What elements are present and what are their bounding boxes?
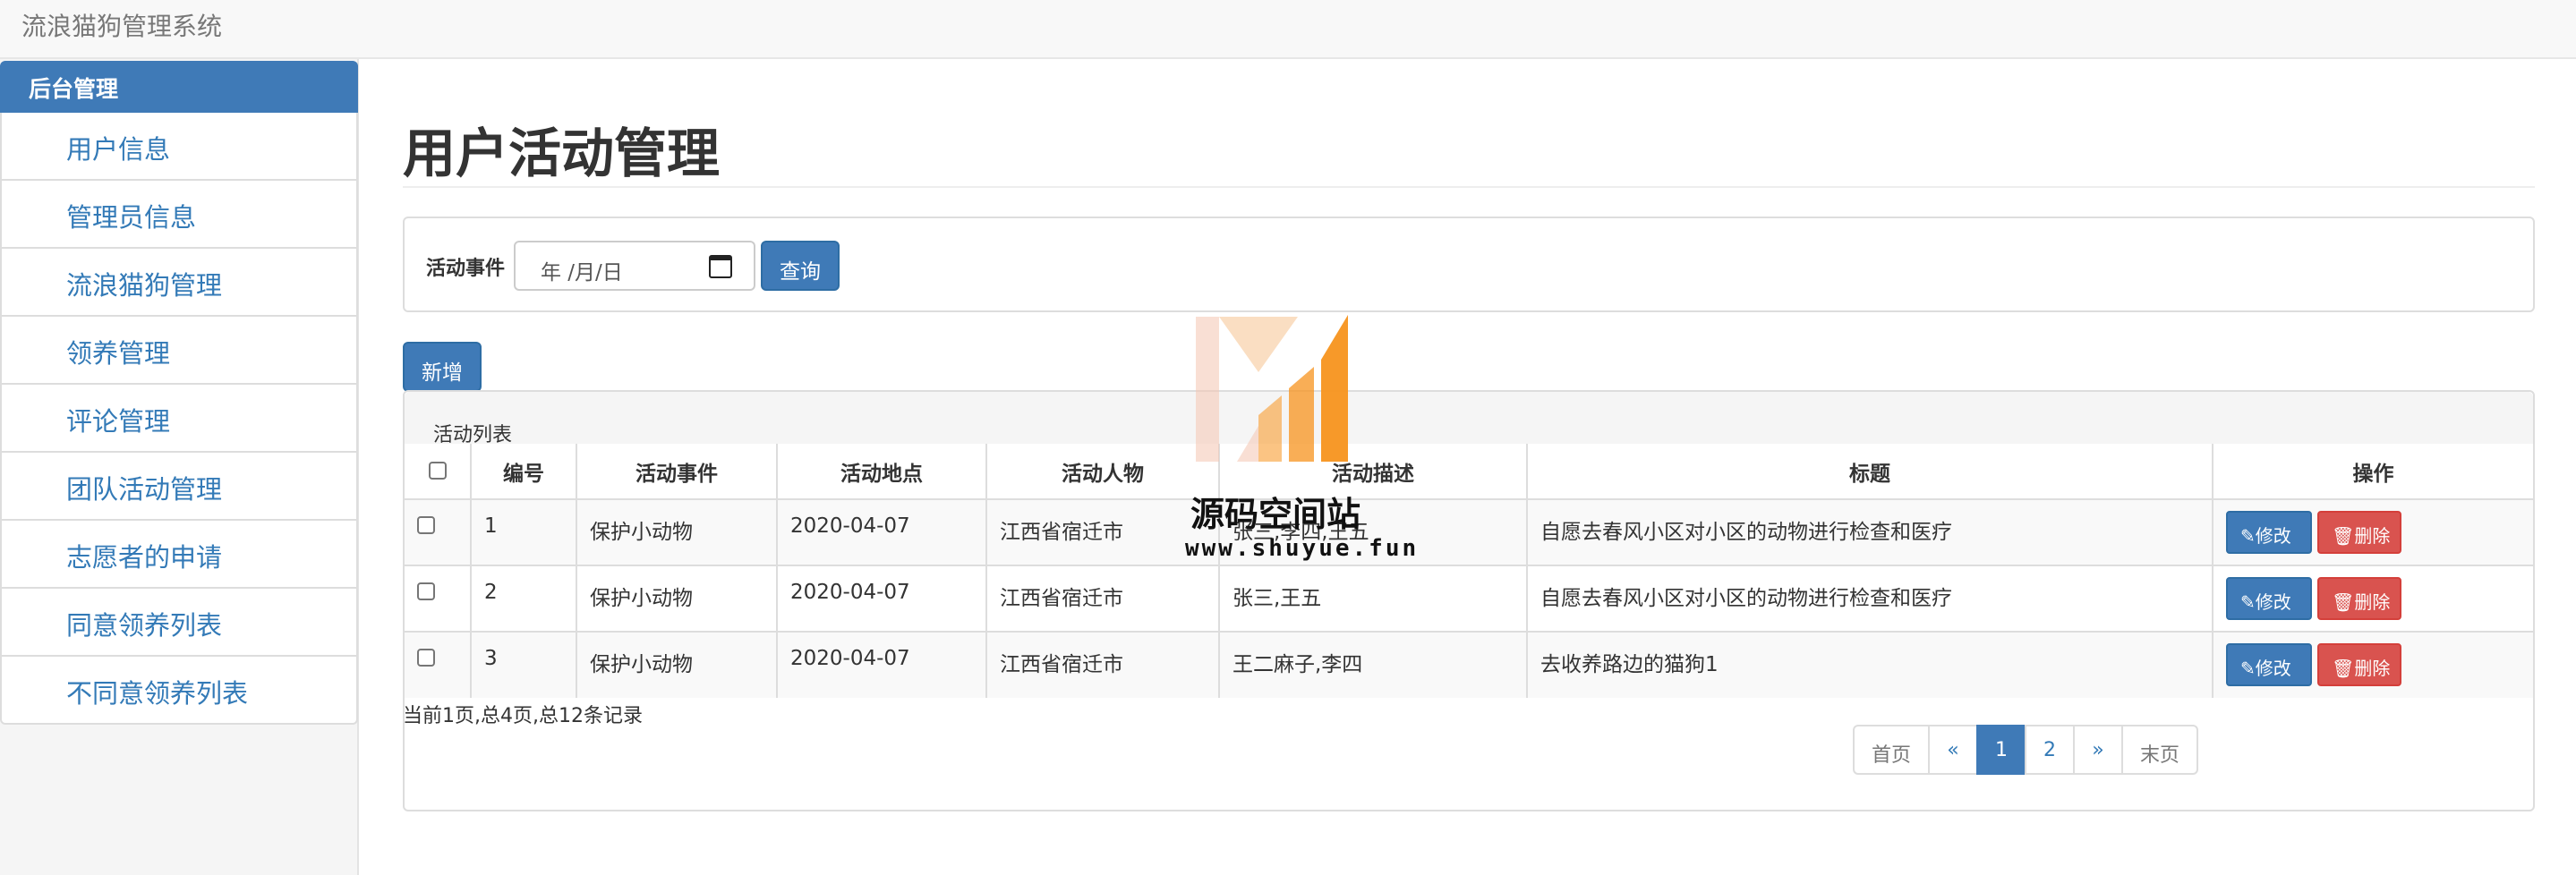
cell-place: 2020-04-07 — [776, 499, 987, 566]
row-checkbox[interactable] — [417, 649, 435, 667]
pagination-summary: 当前1页,总4页,总12条记录 — [403, 705, 643, 727]
cell-desc: 王二麻子,李四 — [1218, 632, 1528, 698]
activity-table: 编号 活动事件 活动地点 活动人物 活动描述 标题 操作 1 保护小动物 202… — [405, 444, 2533, 698]
table-row: 1 保护小动物 2020-04-07 江西省宿迁市 张三,李四,王五 自愿去春风… — [405, 499, 2533, 566]
title-divider — [403, 186, 2535, 188]
column-header: 标题 — [1526, 444, 2213, 500]
cell-title: 自愿去春风小区对小区的动物进行检查和医疗 — [1526, 565, 2213, 633]
edit-button[interactable]: ✎修改 — [2226, 511, 2312, 554]
top-navbar: 流浪猫狗管理系统 — [0, 0, 2576, 59]
sidebar-item-stray-animals[interactable]: 流浪猫狗管理 — [0, 249, 358, 317]
sidebar-item-comments[interactable]: 评论管理 — [0, 385, 358, 453]
cell-actions: ✎修改 🗑删除 — [2212, 632, 2533, 698]
select-all-checkbox[interactable] — [428, 461, 447, 480]
cell-desc: 张三,王五 — [1218, 565, 1528, 633]
edit-button[interactable]: ✎修改 — [2226, 577, 2312, 620]
cell-place: 2020-04-07 — [776, 632, 987, 698]
delete-label: 删除 — [2354, 525, 2391, 547]
date-input[interactable]: 年 /月/日 — [514, 241, 755, 291]
table-header-row: 编号 活动事件 活动地点 活动人物 活动描述 标题 操作 — [405, 444, 2533, 500]
trash-icon: 🗑 — [2332, 525, 2355, 547]
search-panel: 活动事件 年 /月/日 查询 — [403, 217, 2535, 312]
pencil-icon: ✎ — [2240, 591, 2256, 613]
sidebar-item-users[interactable]: 用户信息 — [0, 113, 358, 181]
search-button[interactable]: 查询 — [761, 241, 840, 291]
sidebar-item-volunteer-applications[interactable]: 志愿者的申请 — [0, 521, 358, 589]
activity-list-panel: 活动列表 编号 活动事件 活动地点 活动人物 活动描述 标题 操作 1 保护小动… — [403, 390, 2535, 811]
cell-title: 去收养路边的猫狗1 — [1526, 632, 2213, 698]
pencil-icon: ✎ — [2240, 525, 2256, 547]
delete-label: 删除 — [2354, 658, 2391, 679]
cell-people: 江西省宿迁市 — [985, 565, 1220, 633]
delete-button[interactable]: 🗑删除 — [2317, 511, 2401, 554]
cell-id: 3 — [470, 632, 577, 698]
edit-label: 修改 — [2255, 658, 2291, 679]
cell-place: 2020-04-07 — [776, 565, 987, 633]
cell-id: 1 — [470, 499, 577, 566]
cell-title: 自愿去春风小区对小区的动物进行检查和医疗 — [1526, 499, 2213, 566]
column-header: 操作 — [2212, 444, 2533, 500]
row-checkbox[interactable] — [417, 582, 435, 600]
delete-button[interactable]: 🗑删除 — [2317, 577, 2401, 620]
cell-id: 2 — [470, 565, 577, 633]
sidebar-item-approved-adoptions[interactable]: 同意领养列表 — [0, 589, 358, 657]
row-select-cell — [405, 499, 472, 566]
sidebar-item-rejected-adoptions[interactable]: 不同意领养列表 — [0, 657, 358, 725]
sidebar: 后台管理 用户信息 管理员信息 流浪猫狗管理 领养管理 评论管理 团队活动管理 … — [0, 61, 358, 725]
column-header: 活动事件 — [576, 444, 778, 500]
sidebar-header: 后台管理 — [0, 61, 358, 113]
delete-button[interactable]: 🗑删除 — [2317, 643, 2401, 686]
page-next[interactable]: » — [2073, 725, 2123, 775]
table-row: 3 保护小动物 2020-04-07 江西省宿迁市 王二麻子,李四 去收养路边的… — [405, 632, 2533, 698]
edit-label: 修改 — [2255, 525, 2291, 547]
row-select-cell — [405, 632, 472, 698]
column-header: 编号 — [470, 444, 577, 500]
watermark-url: www.shuyue.fun — [1185, 535, 1420, 562]
pencil-icon: ✎ — [2240, 658, 2256, 679]
trash-icon: 🗑 — [2332, 658, 2355, 679]
cell-people: 江西省宿迁市 — [985, 632, 1220, 698]
sidebar-item-team-activities[interactable]: 团队活动管理 — [0, 453, 358, 521]
edit-button[interactable]: ✎修改 — [2226, 643, 2312, 686]
watermark-logo-icon — [1196, 315, 1348, 462]
page-prev[interactable]: « — [1928, 725, 1978, 775]
row-select-cell — [405, 565, 472, 633]
page-1[interactable]: 1 — [1976, 725, 2026, 775]
app-title[interactable]: 流浪猫狗管理系统 — [21, 7, 222, 43]
sidebar-item-adoption[interactable]: 领养管理 — [0, 317, 358, 385]
table-row: 2 保护小动物 2020-04-07 江西省宿迁市 张三,王五 自愿去春风小区对… — [405, 565, 2533, 633]
list-heading: 活动列表 — [405, 392, 2533, 446]
trash-icon: 🗑 — [2332, 591, 2355, 613]
sidebar-item-admins[interactable]: 管理员信息 — [0, 181, 358, 249]
watermark-name: 源码空间站 — [1190, 495, 1361, 534]
delete-label: 删除 — [2354, 591, 2391, 613]
page-2[interactable]: 2 — [2025, 725, 2075, 775]
page-last[interactable]: 末页 — [2121, 725, 2198, 775]
select-all-cell — [405, 444, 472, 500]
column-header: 活动地点 — [776, 444, 987, 500]
cell-people: 江西省宿迁市 — [985, 499, 1220, 566]
pagination: 首页 « 1 2 » 末页 — [1853, 725, 2198, 775]
cell-event: 保护小动物 — [576, 499, 778, 566]
cell-actions: ✎修改 🗑删除 — [2212, 565, 2533, 633]
edit-label: 修改 — [2255, 591, 2291, 613]
row-checkbox[interactable] — [417, 516, 435, 534]
calendar-icon[interactable] — [709, 255, 732, 278]
cell-event: 保护小动物 — [576, 565, 778, 633]
page-title: 用户活动管理 — [403, 123, 721, 184]
search-label: 活动事件 — [426, 258, 506, 280]
add-button[interactable]: 新增 — [403, 342, 482, 392]
cell-event: 保护小动物 — [576, 632, 778, 698]
page-first[interactable]: 首页 — [1853, 725, 1930, 775]
date-placeholder: 年 /月/日 — [541, 261, 623, 285]
cell-actions: ✎修改 🗑删除 — [2212, 499, 2533, 566]
